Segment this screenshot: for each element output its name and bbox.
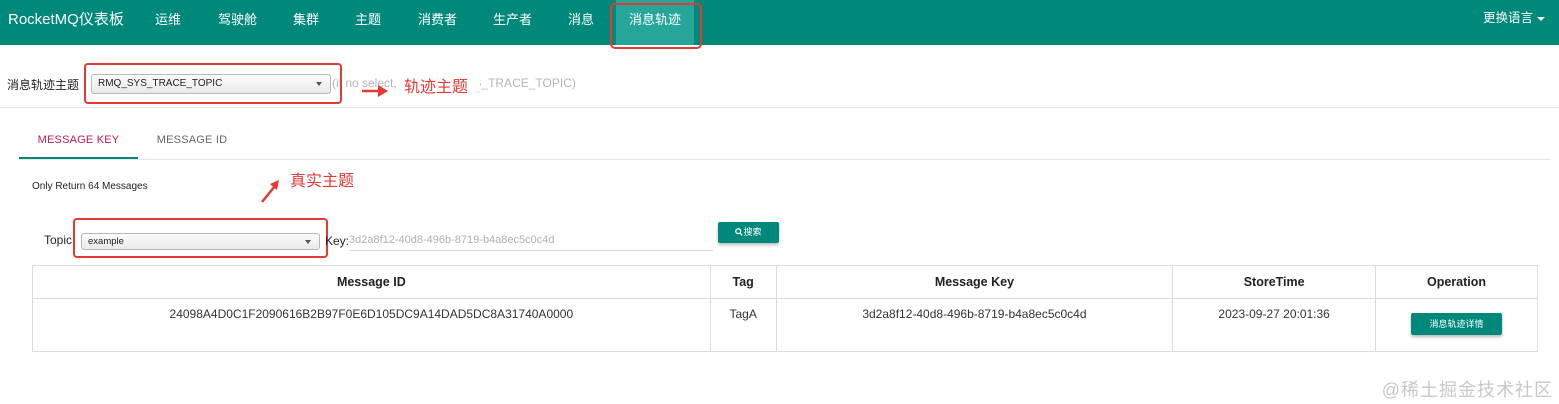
column-header-message-id: Message ID bbox=[32, 265, 711, 299]
annotation-trace-topic-text: 轨迹主题 bbox=[404, 79, 469, 96]
annotation-arrow-icon bbox=[362, 85, 388, 97]
results-table: Message ID Tag Message Key StoreTime Ope… bbox=[32, 265, 1538, 352]
cell-tag: TagA bbox=[709, 298, 777, 352]
topic-selected: example bbox=[88, 236, 124, 247]
topic-label: Topic: bbox=[44, 233, 76, 247]
nav-item-consumer[interactable]: 消费者 bbox=[418, 0, 457, 40]
nav-item-dashboard[interactable]: 驾驶舱 bbox=[218, 0, 257, 40]
trace-detail-button[interactable]: 消息轨迹详情 bbox=[1411, 313, 1503, 335]
nav-item-ops[interactable]: 运维 bbox=[155, 0, 181, 40]
tab-message-key[interactable]: MESSAGE KEY bbox=[19, 128, 138, 158]
chevron-down-icon bbox=[316, 82, 322, 86]
cell-store-time: 2023-09-27 20:01:36 bbox=[1172, 298, 1377, 352]
table-header-row: Message ID Tag Message Key StoreTime Ope… bbox=[32, 265, 1538, 299]
cell-message-key: 3d2a8f12-40d8-496b-8719-b4a8ec5c0c4d bbox=[775, 298, 1174, 352]
trace-topic-selected: RMQ_SYS_TRACE_TOPIC bbox=[98, 78, 223, 89]
language-dropdown[interactable]: 更换语言 bbox=[1483, 0, 1545, 36]
section-divider bbox=[0, 107, 1559, 108]
result-limit-note: Only Return 64 Messages bbox=[32, 181, 148, 192]
annotation-arrow-icon bbox=[261, 180, 279, 203]
watermark: @稀土掘金技术社区 bbox=[1381, 380, 1553, 400]
column-header-store-time: StoreTime bbox=[1172, 265, 1377, 299]
column-header-operation: Operation bbox=[1375, 265, 1538, 299]
nav-item-topic[interactable]: 主题 bbox=[355, 0, 381, 40]
key-label: Key: bbox=[325, 234, 350, 248]
nav-item-message-trace[interactable]: 消息轨迹 bbox=[616, 0, 694, 45]
cell-operation: 消息轨迹详情 bbox=[1375, 298, 1538, 352]
trace-topic-label: 消息轨迹主题 bbox=[7, 78, 80, 92]
nav-item-cluster[interactable]: 集群 bbox=[293, 0, 319, 40]
top-navbar: RocketMQ仪表板 运维 驾驶舱 集群 主题 消费者 生产者 消息 消息轨迹… bbox=[0, 0, 1559, 45]
search-button[interactable]: 搜索 bbox=[718, 222, 779, 243]
nav-item-producer[interactable]: 生产者 bbox=[493, 0, 532, 40]
nav-item-message[interactable]: 消息 bbox=[568, 0, 594, 40]
search-button-label: 搜索 bbox=[743, 227, 762, 237]
tab-message-id[interactable]: MESSAGE ID bbox=[140, 128, 244, 158]
language-label: 更换语言 bbox=[1482, 11, 1533, 25]
topic-select[interactable]: example bbox=[81, 233, 320, 250]
chevron-down-icon bbox=[305, 239, 311, 244]
tab-bar-rule bbox=[19, 159, 1551, 160]
column-header-message-key: Message Key bbox=[775, 265, 1174, 299]
chevron-down-icon bbox=[1537, 16, 1545, 21]
table-row: 24098A4D0C1F2090616B2B97F0E6D105DC9A14DA… bbox=[32, 298, 1538, 352]
trace-topic-select[interactable]: RMQ_SYS_TRACE_TOPIC bbox=[91, 74, 331, 94]
key-input[interactable] bbox=[349, 229, 713, 251]
cell-message-id: 24098A4D0C1F2090616B2B97F0E6D105DC9A14DA… bbox=[32, 298, 711, 352]
active-tab-indicator bbox=[19, 157, 138, 159]
column-header-tag: Tag bbox=[709, 265, 777, 299]
annotation-real-topic-text: 真实主题 bbox=[290, 173, 355, 190]
brand-title[interactable]: RocketMQ仪表板 bbox=[8, 0, 124, 40]
